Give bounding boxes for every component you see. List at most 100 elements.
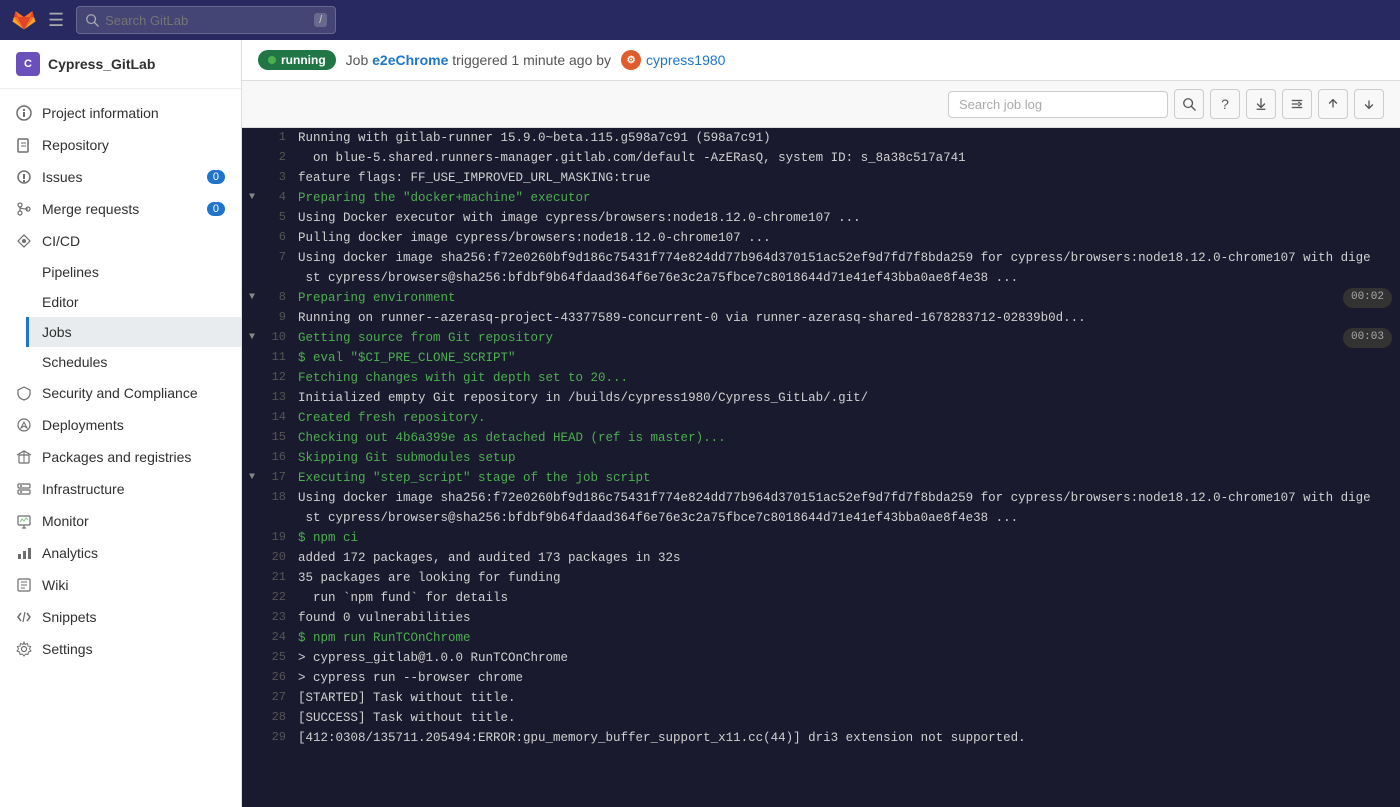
line-content: Using Docker executor with image cypress…: [298, 208, 1400, 228]
sidebar-sub-label: Jobs: [42, 324, 72, 340]
log-line: 7Using docker image sha256:f72e0260bf9d1…: [242, 248, 1400, 288]
log-line: 12Fetching changes with git depth set to…: [242, 368, 1400, 388]
sidebar-item-issues[interactable]: Issues 0: [0, 161, 241, 193]
line-content: Checking out 4b6a399e as detached HEAD (…: [298, 428, 1400, 448]
wrap-icon: [1290, 97, 1304, 111]
global-search[interactable]: /: [76, 6, 336, 34]
sidebar-item-label: Deployments: [42, 417, 124, 433]
sidebar-item-label: Repository: [42, 137, 109, 153]
line-content: $ npm run RunTCOnChrome: [298, 628, 1400, 648]
log-line: 11$ eval "$CI_PRE_CLONE_SCRIPT": [242, 348, 1400, 368]
section-toggle: [242, 208, 262, 210]
line-content: Preparing the "docker+machine" executor: [298, 188, 1400, 208]
analytics-icon: [16, 545, 32, 561]
section-toggle[interactable]: ▼: [242, 288, 262, 306]
section-toggle: [242, 388, 262, 390]
search-input[interactable]: [105, 13, 308, 28]
sidebar-item-jobs[interactable]: Jobs: [26, 317, 241, 347]
arrow-down-icon: [1362, 97, 1376, 111]
section-toggle: [242, 528, 262, 530]
section-toggle: [242, 368, 262, 370]
sidebar-item-editor[interactable]: Editor: [42, 287, 241, 317]
line-number: 25: [262, 648, 298, 667]
repo-icon: [16, 137, 32, 153]
sidebar: C Cypress_GitLab Project information: [0, 40, 242, 807]
merge-requests-badge: 0: [207, 202, 225, 216]
sidebar-item-deployments[interactable]: Deployments: [0, 409, 241, 441]
section-toggle[interactable]: ▼: [242, 188, 262, 206]
main-content: running Job e2eChrome triggered 1 minute…: [242, 40, 1400, 807]
section-toggle: [242, 608, 262, 610]
section-toggle: [242, 128, 262, 130]
sidebar-item-pipelines[interactable]: Pipelines: [42, 257, 241, 287]
log-line: 1Running with gitlab-runner 15.9.0~beta.…: [242, 128, 1400, 148]
search-submit-button[interactable]: [1174, 89, 1204, 119]
sidebar-item-infrastructure[interactable]: Infrastructure: [0, 473, 241, 505]
sidebar-item-label: Infrastructure: [42, 481, 124, 497]
actor-name[interactable]: cypress1980: [646, 52, 725, 68]
wiki-icon: [16, 577, 32, 593]
sidebar-item-monitor[interactable]: Monitor: [0, 505, 241, 537]
section-toggle: [242, 488, 262, 490]
log-line: 16Skipping Git submodules setup: [242, 448, 1400, 468]
section-toggle: [242, 308, 262, 310]
section-toggle[interactable]: ▼: [242, 468, 262, 486]
line-content: [STARTED] Task without title.: [298, 688, 1400, 708]
line-number: 16: [262, 448, 298, 467]
log-line: 23found 0 vulnerabilities: [242, 608, 1400, 628]
sidebar-item-label: Snippets: [42, 609, 96, 625]
wrap-log-button[interactable]: [1282, 89, 1312, 119]
log-output[interactable]: 1Running with gitlab-runner 15.9.0~beta.…: [242, 128, 1400, 807]
section-toggle: [242, 568, 262, 570]
scroll-bottom-button[interactable]: [1354, 89, 1384, 119]
log-line: 25> cypress_gitlab@1.0.0 RunTCOnChrome: [242, 648, 1400, 668]
sidebar-item-settings[interactable]: Settings: [0, 633, 241, 665]
navbar: ☰ /: [0, 0, 1400, 40]
section-toggle: [242, 228, 262, 230]
sidebar-item-cicd[interactable]: CI/CD: [0, 225, 241, 257]
scroll-top-button[interactable]: [1318, 89, 1348, 119]
section-toggle: [242, 168, 262, 170]
arrow-up-icon: [1326, 97, 1340, 111]
section-toggle: [242, 648, 262, 650]
sidebar-item-project-information[interactable]: Project information: [0, 97, 241, 129]
sidebar-item-label: Monitor: [42, 513, 89, 529]
slash-key: /: [314, 13, 327, 27]
download-log-button[interactable]: [1246, 89, 1276, 119]
sidebar-item-packages[interactable]: Packages and registries: [0, 441, 241, 473]
log-line: 15Checking out 4b6a399e as detached HEAD…: [242, 428, 1400, 448]
section-toggle[interactable]: ▼: [242, 328, 262, 346]
section-toggle: [242, 588, 262, 590]
sidebar-item-wiki[interactable]: Wiki: [0, 569, 241, 601]
line-content: Executing "step_script" stage of the job…: [298, 468, 1400, 488]
log-toolbar: ?: [242, 81, 1400, 128]
sidebar-item-analytics[interactable]: Analytics: [0, 537, 241, 569]
help-button[interactable]: ?: [1210, 89, 1240, 119]
line-content: Preparing environment: [298, 288, 1343, 308]
settings-icon: [16, 641, 32, 657]
sidebar-item-snippets[interactable]: Snippets: [0, 601, 241, 633]
log-line: 26> cypress run --browser chrome: [242, 668, 1400, 688]
line-number: 2: [262, 148, 298, 167]
sidebar-item-schedules[interactable]: Schedules: [42, 347, 241, 377]
line-number: 22: [262, 588, 298, 607]
sidebar-item-security[interactable]: Security and Compliance: [0, 377, 241, 409]
download-icon: [1254, 97, 1268, 111]
search-job-log-input[interactable]: [948, 91, 1168, 118]
job-name[interactable]: e2eChrome: [372, 52, 448, 68]
section-toggle: [242, 548, 262, 550]
sidebar-item-repository[interactable]: Repository: [0, 129, 241, 161]
sidebar-item-label: Packages and registries: [42, 449, 191, 465]
cicd-subnav: Pipelines Editor Jobs Schedules: [0, 257, 241, 377]
line-content: Fetching changes with git depth set to 2…: [298, 368, 1400, 388]
line-content: Using docker image sha256:f72e0260bf9d18…: [298, 248, 1400, 288]
line-content: $ npm ci: [298, 528, 1400, 548]
snippet-icon: [16, 609, 32, 625]
hamburger-icon[interactable]: ☰: [44, 6, 68, 35]
sidebar-item-label: Settings: [42, 641, 93, 657]
sidebar-item-merge-requests[interactable]: Merge requests 0: [0, 193, 241, 225]
line-content: Initialized empty Git repository in /bui…: [298, 388, 1400, 408]
line-number: 13: [262, 388, 298, 407]
project-header[interactable]: C Cypress_GitLab: [0, 40, 241, 89]
deploy-icon: [16, 417, 32, 433]
